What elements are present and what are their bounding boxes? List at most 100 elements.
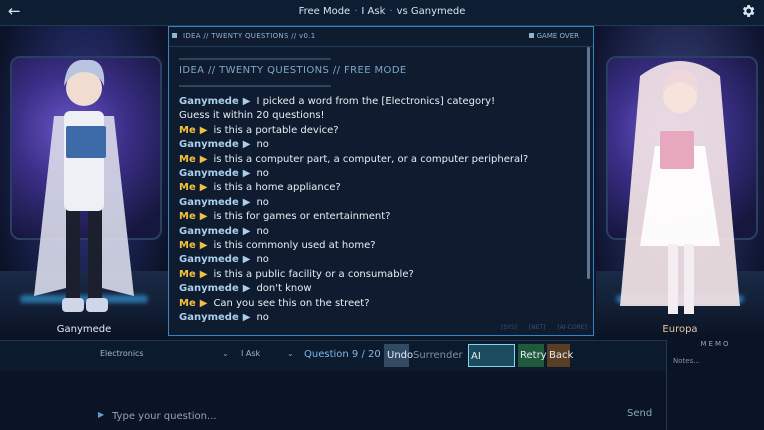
speaker-arrow-icon: ▶: [199, 124, 208, 136]
message-text: I picked a word from the [Electronics] c…: [256, 96, 496, 107]
retry-button[interactable]: Retry: [518, 344, 547, 367]
title-separator: ·: [354, 6, 358, 17]
message-text: no: [256, 139, 269, 151]
speaker-name: Me: [179, 268, 196, 280]
opponent-title: vs Ganymede: [396, 6, 466, 17]
chat-message: Me ▶ is this for games or entertainment?: [179, 210, 579, 224]
speaker-arrow-icon: ▶: [242, 168, 251, 180]
chat-message: Ganymede ▶ I picked a word from the [Elect…: [179, 95, 579, 109]
chat-message: Ganymede ▶ no: [179, 196, 579, 210]
message-text: is this a portable device?: [213, 124, 339, 136]
speaker-arrow-icon: ▶: [242, 96, 251, 107]
chat-message: Ganymede ▶ don't know: [179, 282, 579, 296]
ai-review-button[interactable]: AI Review: [468, 344, 515, 385]
left-character-name: Ganymede: [56, 324, 112, 335]
message-text: is this a computer part, a computer, or …: [213, 153, 529, 165]
panel-header-text: IDEA // TWENTY QUESTIONS // v0.1: [183, 32, 316, 40]
speaker-arrow-icon: ▶: [199, 268, 208, 280]
panel-footer-tags: [SYS] [NET] [AI-CORE]: [501, 324, 587, 331]
speaker-name: Ganymede: [179, 196, 239, 208]
speaker-name: Ganymede: [179, 283, 239, 295]
mode-title: Free Mode: [298, 6, 351, 17]
chat-message: Ganymede ▶ no: [179, 138, 579, 152]
square-icon: [172, 33, 177, 38]
speaker-arrow-icon: ▶: [242, 225, 251, 237]
right-character-name: Europa: [662, 324, 698, 335]
speaker-name: Ganymede: [179, 254, 239, 266]
message-text: is this a public facility or a consumabl…: [213, 268, 414, 280]
memo-title: MEMO: [700, 340, 731, 348]
question-input-area: ▶ Send: [0, 371, 666, 430]
message-text: Guess it within 20 questions!: [179, 110, 325, 122]
chat-message: Ganymede ▶ no: [179, 225, 579, 239]
chat-message: Me ▶ is this a computer part, a computer, …: [179, 153, 579, 167]
message-text: no: [256, 196, 269, 208]
category-select-value: Electronics: [100, 349, 144, 358]
chevron-down-icon: ⌄: [287, 349, 294, 358]
surrender-button[interactable]: Surrender: [413, 344, 465, 367]
chat-message: Me ▶ is this a portable device?: [179, 124, 579, 138]
speaker-name: Ganymede: [179, 139, 239, 151]
message-text: is this commonly used at home?: [213, 240, 376, 252]
message-text: no: [256, 254, 269, 266]
mode-select[interactable]: I Ask ⌄: [241, 349, 295, 358]
message-text: is this for games or entertainment?: [213, 211, 391, 223]
speaker-name: Ganymede: [179, 96, 239, 107]
chat-message: Guess it within 20 questions!: [179, 109, 579, 123]
undo-button[interactable]: Undo: [384, 344, 413, 367]
title-separator: ·: [389, 6, 393, 17]
chat-message: Me ▶ Can you see this on the street?: [179, 297, 579, 311]
prompt-arrow-icon: ▶: [98, 410, 105, 419]
right-character-scene: Europa: [596, 26, 764, 341]
speaker-arrow-icon: ▶: [199, 182, 208, 194]
chat-message: Me ▶ is this a home appliance?: [179, 181, 579, 195]
speaker-name: Ganymede: [179, 312, 239, 324]
window-title: Free Mode · I Ask · vs Ganymede: [0, 6, 764, 17]
speaker-arrow-icon: ▶: [242, 283, 251, 295]
speaker-arrow-icon: ▶: [242, 312, 251, 324]
question-input[interactable]: [110, 407, 614, 425]
speaker-name: Me: [179, 182, 196, 194]
speaker-name: Me: [179, 211, 196, 223]
speaker-arrow-icon: ▶: [242, 196, 251, 208]
memo-notes-field[interactable]: [671, 355, 763, 429]
chat-message: Ganymede ▶ no: [179, 253, 579, 267]
gear-icon[interactable]: [740, 3, 756, 19]
europa-character-illustration: [620, 61, 740, 314]
message-text: no: [256, 312, 269, 324]
speaker-arrow-icon: ▶: [199, 153, 208, 165]
question-label: Question: [304, 349, 349, 360]
mode-select-value: I Ask: [241, 349, 261, 358]
send-button[interactable]: Send: [627, 408, 652, 419]
control-bar: Electronics ⌄ I Ask ⌄ Question 9 / 20 Un…: [0, 340, 666, 385]
speaker-arrow-icon: ▶: [199, 211, 208, 223]
back-button[interactable]: Back: [547, 344, 573, 367]
divider: [179, 85, 331, 87]
category-select[interactable]: Electronics ⌄: [100, 349, 230, 358]
panel-header: IDEA // TWENTY QUESTIONS // v0.1 GAME OV…: [169, 27, 593, 47]
speaker-name: Ganymede: [179, 225, 239, 237]
speaker-arrow-icon: ▶: [242, 139, 251, 151]
chat-panel: IDEA // TWENTY QUESTIONS // v0.1 GAME OV…: [168, 26, 594, 336]
message-text: don't know: [256, 283, 312, 295]
chat-scrollbar[interactable]: [587, 47, 590, 279]
question-counter: Question 9 / 20: [304, 349, 381, 360]
speaker-arrow-icon: ▶: [199, 240, 208, 252]
memo-panel: MEMO: [666, 340, 764, 430]
left-character-scene: Ganymede: [0, 26, 168, 341]
game-status-badge: GAME OVER: [529, 32, 579, 40]
chat-message: Me ▶ is this commonly used at home?: [179, 239, 579, 253]
message-text: Can you see this on the street?: [213, 297, 370, 309]
ganymede-character-illustration: [34, 59, 134, 312]
speaker-name: Me: [179, 124, 196, 136]
message-text: no: [256, 168, 269, 180]
panel-heading: IDEA // TWENTY QUESTIONS // FREE MODE: [179, 65, 407, 76]
speaker-name: Me: [179, 240, 196, 252]
role-title: I Ask: [361, 6, 386, 17]
chat-message: Me ▶ is this a public facility or a consum…: [179, 268, 579, 282]
top-bar: ← Free Mode · I Ask · vs Ganymede: [0, 0, 764, 26]
chat-message: Ganymede ▶ no: [179, 167, 579, 181]
speaker-name: Me: [179, 153, 196, 165]
chevron-down-icon: ⌄: [222, 349, 229, 358]
speaker-arrow-icon: ▶: [199, 297, 208, 309]
